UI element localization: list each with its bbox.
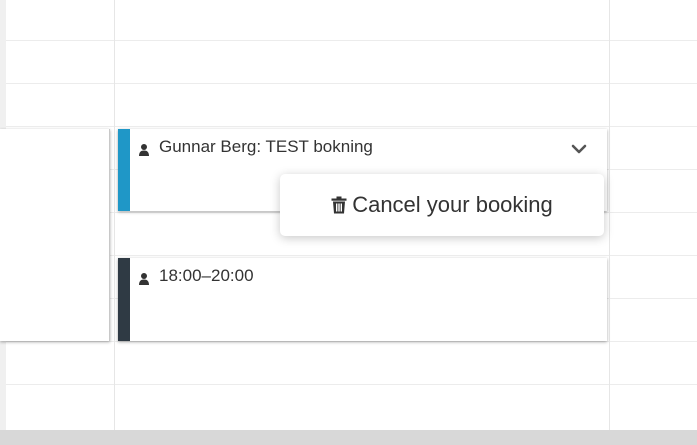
event-title: Gunnar Berg: TEST bokning xyxy=(159,137,373,156)
event-block-left[interactable] xyxy=(0,129,110,341)
horizontal-scrollbar[interactable] xyxy=(0,430,697,445)
calendar-view: Gunnar Berg: TEST bokning 18:00–20:00 Ca… xyxy=(0,0,697,445)
chevron-down-icon[interactable] xyxy=(569,139,589,159)
person-icon xyxy=(138,272,150,286)
event-color-stripe xyxy=(118,129,130,211)
slot-line xyxy=(6,341,697,342)
slot-line xyxy=(6,126,697,127)
slot-line xyxy=(6,83,697,84)
event-color-stripe xyxy=(118,258,130,341)
cancel-booking-label: Cancel your booking xyxy=(352,192,553,217)
slot-line xyxy=(6,384,697,385)
cancel-booking-button[interactable]: Cancel your booking xyxy=(331,192,553,218)
event-time: 18:00–20:00 xyxy=(159,266,254,285)
person-icon xyxy=(138,143,150,157)
slot-line xyxy=(6,40,697,41)
trash-icon xyxy=(331,196,347,214)
column-divider xyxy=(609,0,610,430)
event-block-time[interactable]: 18:00–20:00 xyxy=(118,258,607,341)
column-divider xyxy=(114,0,115,430)
event-dropdown-menu: Cancel your booking xyxy=(280,174,604,236)
